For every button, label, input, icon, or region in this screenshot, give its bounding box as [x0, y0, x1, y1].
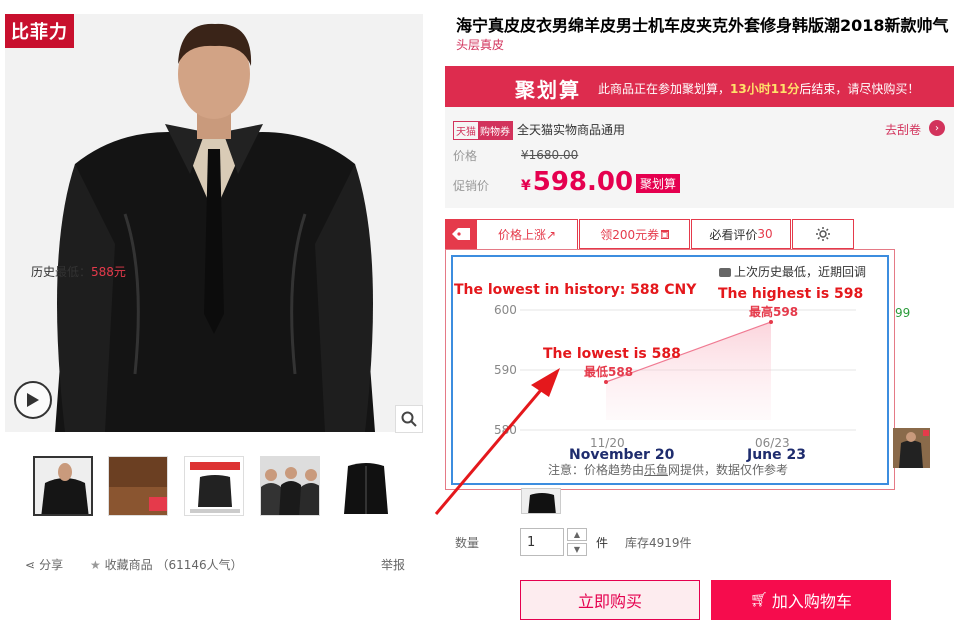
quantity-input[interactable]	[520, 528, 564, 556]
quantity-unit: 件	[596, 536, 609, 550]
side-thumbnail-image	[893, 428, 930, 468]
add-to-cart-button[interactable]: 🛒︎ 加入购物车	[711, 580, 891, 620]
cart-icon: 🛒︎	[750, 592, 768, 608]
side-number: 99	[895, 306, 911, 320]
sku-thumbnail-image	[522, 489, 560, 513]
quantity-label: 数量	[455, 536, 480, 550]
annotation-arrow	[434, 368, 560, 515]
quantity-increase-button[interactable]: ▲	[567, 528, 587, 541]
add-to-cart-label: 加入购物车	[771, 592, 852, 611]
chevron-down-icon: ▼	[573, 545, 581, 554]
sku-thumbnail[interactable]	[521, 488, 561, 514]
chevron-up-icon: ▲	[573, 530, 581, 539]
stock-count: 库存4919件	[625, 536, 692, 550]
buy-now-button[interactable]: 立即购买	[520, 580, 700, 620]
side-thumbnail[interactable]	[893, 428, 930, 468]
quantity-decrease-button[interactable]: ▼	[567, 543, 587, 556]
